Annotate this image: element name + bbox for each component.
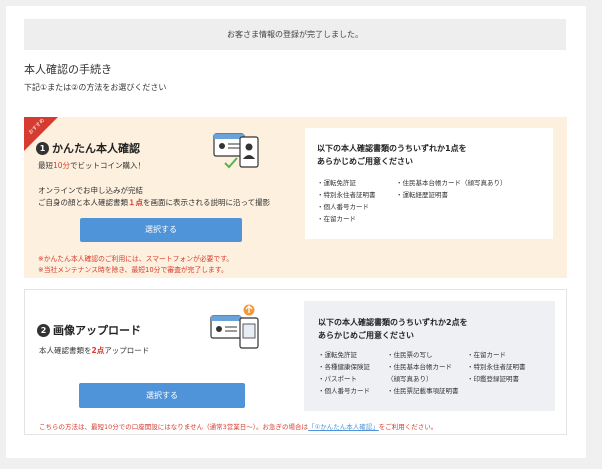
- doc-item: ・住民基本台帳カード（顔写真あり）: [396, 179, 507, 187]
- doc-item: ・パスポート: [318, 375, 357, 383]
- upload-id-icon: [210, 304, 259, 349]
- page-container: お客さま情報の登録が完了しました。 本人確認の手続き 下記①または②の方法をお選…: [6, 6, 586, 458]
- doc-item: ・個人番号カード: [318, 387, 370, 395]
- doc-item: ・印鑑登録証明書: [467, 375, 519, 383]
- tagline-prefix: 最短: [38, 161, 53, 170]
- desc-suffix: アップロード: [104, 346, 150, 355]
- registration-complete-notice: お客さま情報の登録が完了しました。: [24, 19, 566, 50]
- doc-item: （顔写真あり）: [387, 375, 433, 383]
- section-subtitle: 下記①または②の方法をお選びください: [24, 83, 167, 92]
- method2-note: こちらの方法は、最短10分での口座開設にはなりません（通常3営業日〜）。お急ぎの…: [39, 421, 437, 431]
- method1-title: 1 かんたん本人確認: [36, 140, 140, 156]
- desc-highlight: 2点: [91, 346, 105, 355]
- desc2-prefix: ご自身の顔と本人確認書類: [38, 198, 128, 207]
- method1-note2: ※当社メンテナンス時を除き、最短10分で審査が完了します。: [38, 266, 228, 274]
- quick-verify-link[interactable]: 「①かんたん本人確認」: [308, 423, 379, 431]
- method1-tagline: 最短10分でビットコイン購入！: [38, 160, 145, 171]
- selfie-id-icon: [213, 133, 259, 169]
- desc2-suffix: を画面に表示される説明に沿って撮影: [143, 198, 271, 207]
- tagline-suffix: でビットコイン購入！: [70, 161, 146, 170]
- method2-docs-heading2: あらかじめご用意ください: [318, 331, 414, 340]
- desc-prefix: 本人確認書類を: [39, 346, 92, 355]
- method2-number: 2: [37, 323, 50, 337]
- method1-desc-line2: ご自身の顔と本人確認書類１点を画面に表示される説明に沿って撮影: [38, 197, 270, 208]
- method1-docs-heading2: あらかじめご用意ください: [317, 157, 413, 166]
- note-suffix: をご利用ください。: [378, 423, 438, 431]
- method1-docs-box: 以下の本人確認書類のうちいずれか1点を あらかじめご用意ください ・運転免許証 …: [305, 128, 553, 239]
- method1-number: 1: [36, 141, 49, 155]
- section-title: 本人確認の手続き: [24, 63, 112, 76]
- doc-item: ・在留カード: [467, 351, 506, 359]
- tagline-highlight: 10分: [53, 161, 71, 170]
- doc-item: ・各種健康保険証: [318, 363, 370, 371]
- doc-item: ・住民票の写し: [387, 351, 433, 359]
- method1-card: おすすめ 1 かんたん本人確認 最短10分でビットコイン購入！ オンラインでお申し…: [24, 117, 567, 278]
- method2-title-text: 画像アップロード: [53, 324, 141, 337]
- note-prefix: こちらの方法は、最短10分での口座開設にはなりません（通常3営業日〜）。お急ぎの…: [39, 423, 308, 431]
- doc-item: ・在留カード: [317, 215, 356, 223]
- doc-item: ・運転免許証: [318, 351, 357, 359]
- doc-item: ・特別永住者証明書: [317, 191, 376, 199]
- doc-item: ・住民票記載事項証明書: [387, 387, 459, 395]
- method2-select-button[interactable]: 選択する: [79, 383, 245, 408]
- doc-item: ・個人番号カード: [317, 203, 369, 211]
- method1-title-text: かんたん本人確認: [52, 142, 140, 155]
- method1-docs-heading1: 以下の本人確認書類のうちいずれか1点を: [317, 144, 467, 153]
- method2-card: 2 画像アップロード 本人確認書類を2点アップロード 選択する こちらの方法は、最…: [24, 289, 567, 435]
- method1-select-button[interactable]: 選択する: [80, 218, 242, 242]
- doc-item: ・特別永住者証明書: [467, 363, 526, 371]
- doc-item: ・住民基本台帳カード: [387, 363, 452, 371]
- method2-docs-heading1: 以下の本人確認書類のうちいずれか2点を: [318, 318, 468, 327]
- method2-title: 2 画像アップロード: [37, 322, 141, 338]
- method2-desc: 本人確認書類を2点アップロード: [39, 345, 149, 356]
- doc-item: ・運転免許証: [317, 179, 356, 187]
- doc-item: ・運転経歴証明書: [396, 191, 448, 199]
- method1-note1: ※かんたん本人確認のご利用には、スマートフォンが必要です。: [38, 255, 234, 263]
- method1-desc-line1: オンラインでお申し込みが完結: [38, 186, 143, 195]
- method2-docs-box: 以下の本人確認書類のうちいずれか2点を あらかじめご用意ください ・運転免許証 …: [304, 301, 555, 411]
- desc2-highlight: １点: [128, 198, 143, 207]
